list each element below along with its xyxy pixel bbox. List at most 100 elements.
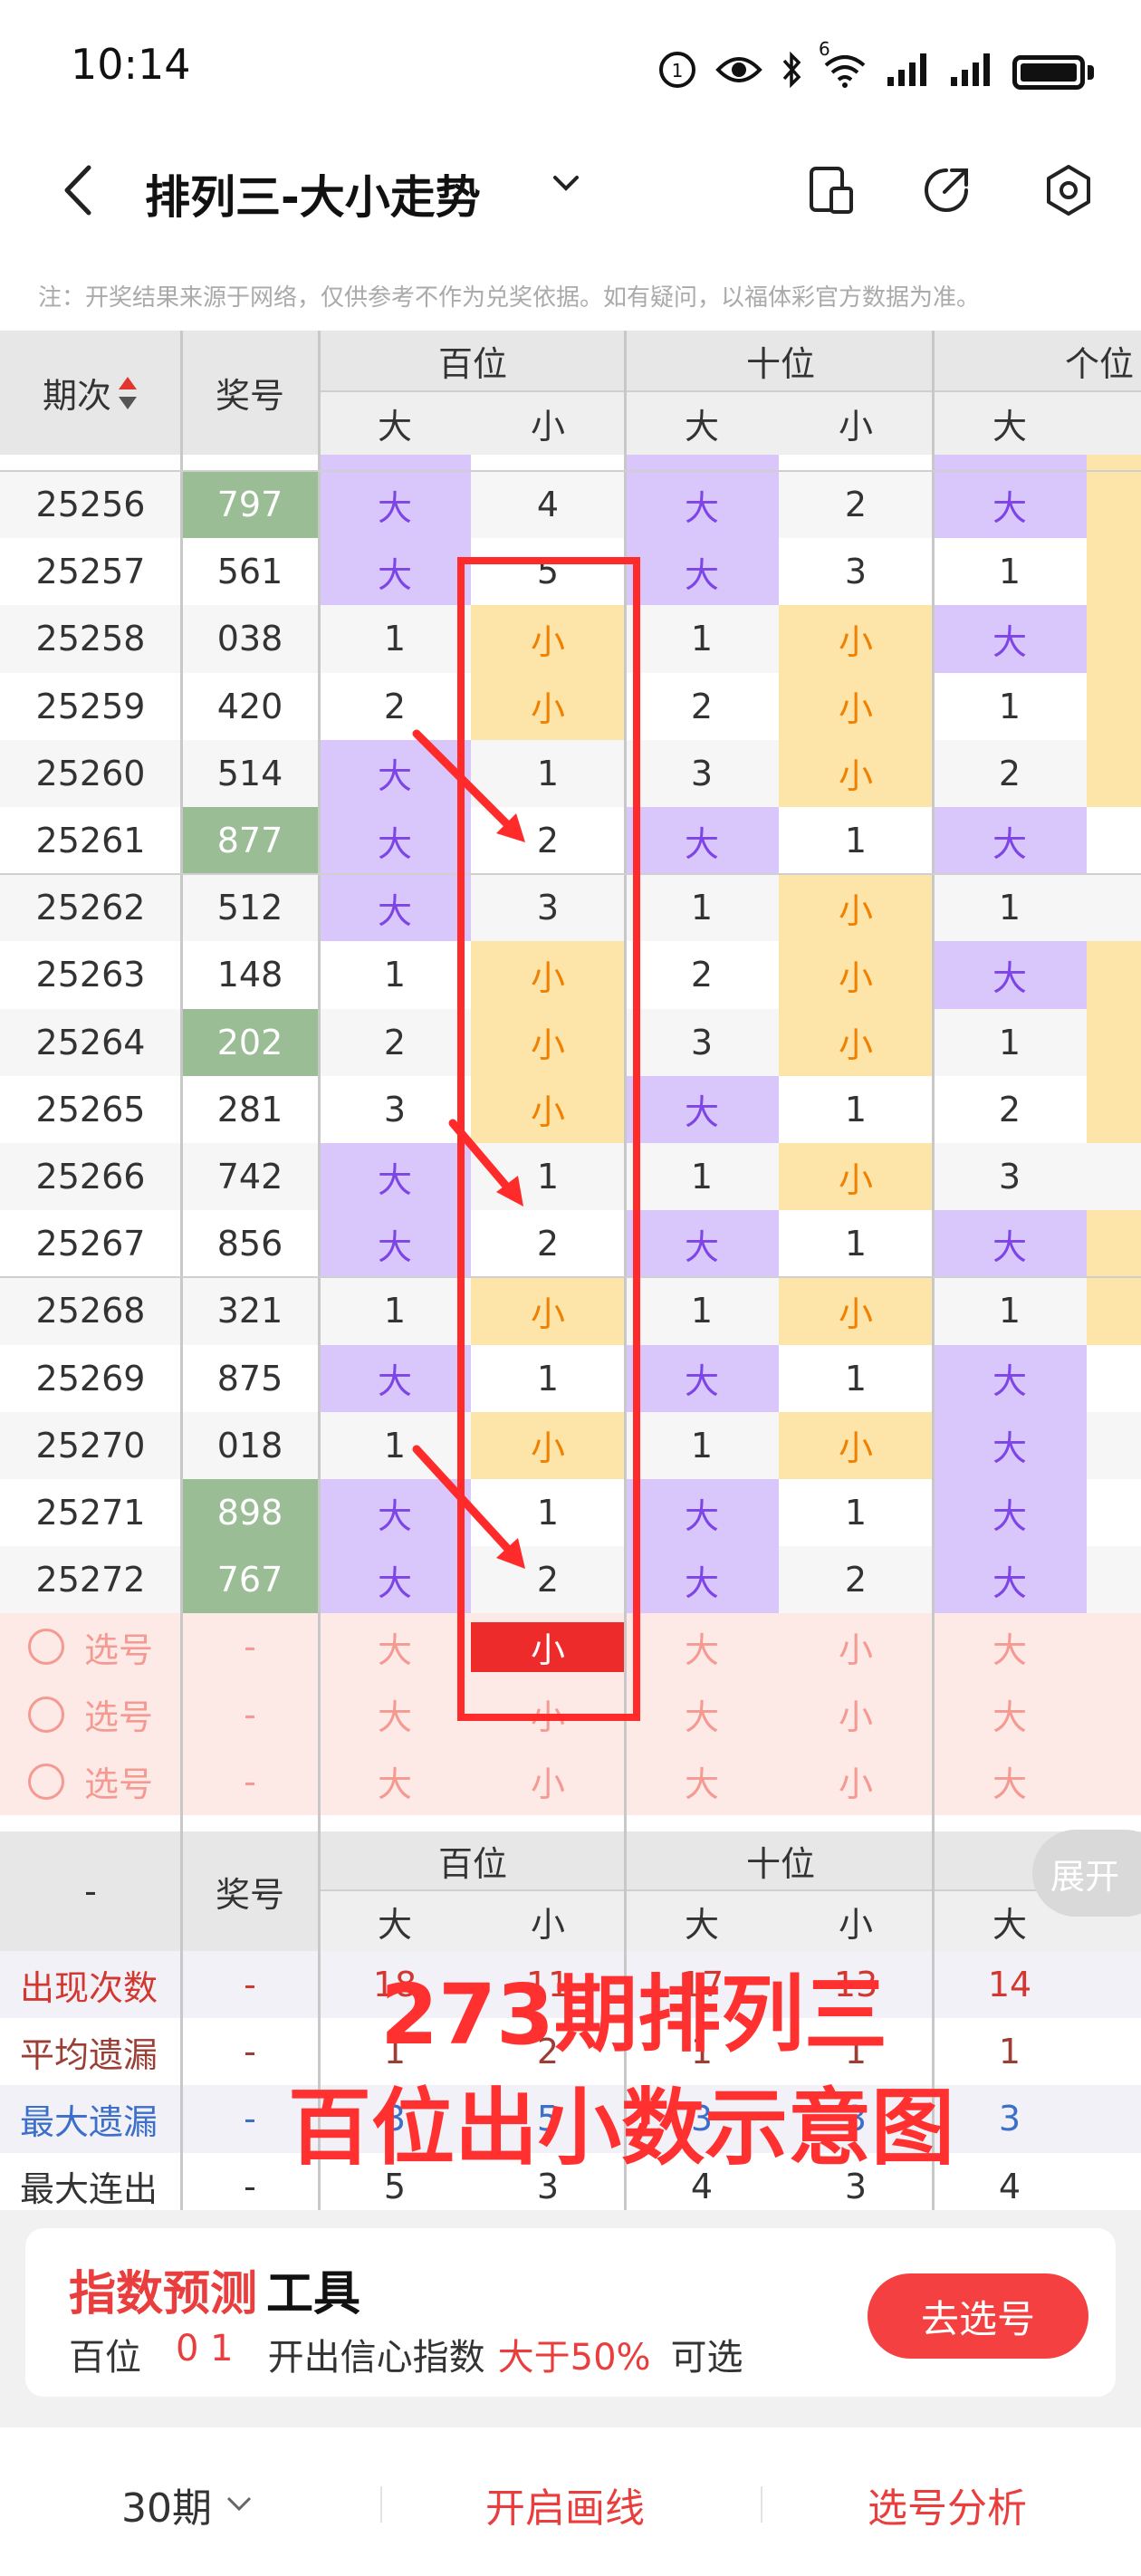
card-title-highlight: 指数预测 xyxy=(69,2267,258,2321)
row-issue: 25261 xyxy=(35,821,146,861)
trend-cell: 1 xyxy=(383,955,407,995)
select-row-number: - xyxy=(244,1761,256,1802)
select-option[interactable]: 小 xyxy=(471,1748,625,1815)
page-title[interactable]: 排列三-大小走势 xyxy=(145,161,481,226)
sort-icon[interactable] xyxy=(117,373,139,413)
goto-select-button[interactable]: 去选号 xyxy=(868,2273,1088,2359)
overlay-caption-line1: 273期排列三 xyxy=(380,1966,888,2063)
header-sub-2: 大 xyxy=(684,407,719,447)
trend-cell: 大 xyxy=(625,1344,779,1412)
overlay-caption-line2: 百位出小数示意图 xyxy=(288,2080,955,2177)
row-issue: 25271 xyxy=(35,1493,146,1533)
select-option[interactable]: 大 xyxy=(625,1748,779,1815)
select-label-text: 选号 xyxy=(83,1764,153,1805)
trend-cell-partial xyxy=(1087,1075,1141,1143)
row-number: 742 xyxy=(216,1157,283,1197)
select-option[interactable]: 小 xyxy=(779,1681,933,1748)
switch-view-icon[interactable] xyxy=(804,163,858,217)
trend-cell: 1 xyxy=(844,1224,868,1264)
header-issue[interactable]: 期次 xyxy=(0,331,181,455)
trend-cell: 小 xyxy=(779,941,933,1009)
trend-cell: 大 xyxy=(933,605,1087,673)
select-option[interactable]: 大 xyxy=(625,1613,779,1680)
period-selector[interactable]: 30期 xyxy=(121,2473,257,2536)
scroll-strip xyxy=(0,455,1141,471)
signal-superscript: 6 xyxy=(819,38,830,60)
trend-cell: 1 xyxy=(844,821,868,861)
select-row-number: - xyxy=(244,1694,256,1735)
stats-row-label: 最大遗漏 xyxy=(20,2101,158,2142)
trend-cell-partial xyxy=(1087,1412,1141,1479)
select-row-label[interactable]: 选号 xyxy=(0,1748,181,1815)
trend-cell: 小 xyxy=(779,739,933,807)
select-option[interactable]: 小 xyxy=(779,1748,933,1815)
radio-icon[interactable] xyxy=(27,1629,64,1666)
trend-cell: 2 xyxy=(690,955,714,995)
arrow-annotation xyxy=(412,1445,525,1569)
select-row-label[interactable]: 选号 xyxy=(0,1681,181,1748)
back-button[interactable] xyxy=(54,159,100,222)
trend-cell: 1 xyxy=(690,1291,714,1331)
draw-line-button[interactable]: 开启画线 xyxy=(485,2473,645,2536)
trend-cell-partial xyxy=(1087,605,1141,673)
row-issue: 25260 xyxy=(35,753,146,793)
row-number: 514 xyxy=(216,753,283,793)
select-option[interactable]: 大 xyxy=(319,1681,471,1748)
header-sub-3: 小 xyxy=(838,407,873,447)
select-option[interactable]: 大 xyxy=(933,1681,1087,1748)
select-option[interactable]: 大 xyxy=(625,1681,779,1748)
select-row-label[interactable]: 选号 xyxy=(0,1613,181,1680)
trend-cell: 2 xyxy=(690,686,714,726)
select-row-number: - xyxy=(244,1627,256,1668)
row-number: 148 xyxy=(216,955,283,995)
trend-cell: 大 xyxy=(625,1546,779,1614)
prediction-suffix: 可选 xyxy=(670,2337,743,2379)
row-issue: 25272 xyxy=(35,1560,146,1600)
row-issue: 25263 xyxy=(35,955,146,995)
row-issue: 25259 xyxy=(35,686,146,726)
select-option[interactable]: 大 xyxy=(933,1748,1087,1815)
trend-cell-partial xyxy=(1087,807,1141,874)
stats-header-group: 十位 xyxy=(745,1843,815,1884)
status-icons: 1 6 xyxy=(657,40,1094,100)
expand-button[interactable]: 展开 xyxy=(1032,1830,1141,1917)
select-option[interactable]: 小 xyxy=(779,1613,933,1680)
trend-cell-partial xyxy=(1087,1345,1141,1412)
trend-cell: 大 xyxy=(933,1546,1087,1614)
trend-cell: 大 xyxy=(933,1210,1087,1278)
chevron-down-icon[interactable] xyxy=(548,165,584,201)
trend-cell-partial xyxy=(1087,1210,1141,1278)
trend-cell: 大 xyxy=(933,1344,1087,1412)
stats-header: - 奖号 百位 十位大小大小大 xyxy=(0,1831,1141,1951)
grid-line xyxy=(932,331,935,2220)
stats-header-dash: - xyxy=(84,1871,97,1911)
strip-cell xyxy=(625,455,779,471)
trend-cell-partial xyxy=(1087,1008,1141,1076)
row-number: 018 xyxy=(216,1425,283,1466)
settings-icon[interactable] xyxy=(1041,163,1096,217)
row-separator xyxy=(0,470,1141,472)
select-option[interactable]: 大 xyxy=(319,1613,471,1680)
prediction-digits: 0 1 xyxy=(176,2328,234,2369)
divider xyxy=(380,2486,382,2523)
select-option[interactable]: 大 xyxy=(319,1748,471,1815)
trend-cell: 1 xyxy=(998,1022,1021,1062)
analysis-button[interactable]: 选号分析 xyxy=(868,2473,1027,2536)
trend-cell: 1 xyxy=(690,619,714,659)
share-icon[interactable] xyxy=(919,163,973,217)
stats-value: 14 xyxy=(987,1965,1032,2005)
radio-icon[interactable] xyxy=(27,1763,64,1800)
trend-cell: 3 xyxy=(844,552,868,592)
radio-icon[interactable] xyxy=(27,1696,64,1733)
row-issue: 25262 xyxy=(35,888,146,928)
prediction-text: 开出信心指数 xyxy=(267,2337,485,2379)
trend-cell: 大 xyxy=(625,1210,779,1278)
row-number: 797 xyxy=(181,471,319,539)
row-issue: 25266 xyxy=(35,1157,146,1197)
trend-cell: 2 xyxy=(844,485,868,525)
select-option[interactable]: 大 xyxy=(933,1613,1087,1680)
trend-cell: 大 xyxy=(625,807,779,875)
battery-tip xyxy=(1088,65,1094,80)
trend-cell: 1 xyxy=(998,1291,1021,1331)
status-time: 10:14 xyxy=(71,40,191,89)
